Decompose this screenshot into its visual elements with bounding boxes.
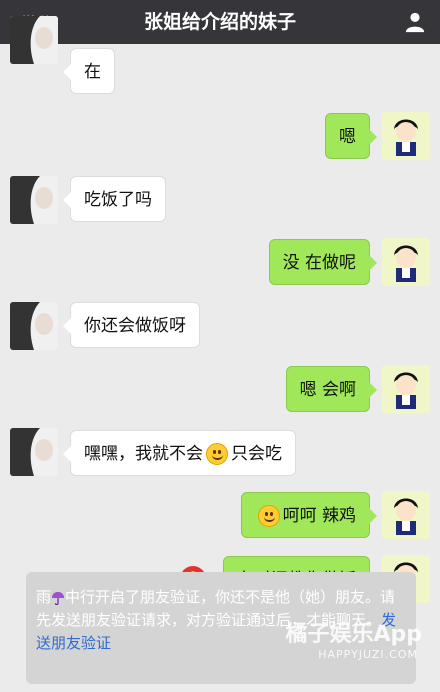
message-text: 呵呵 辣鸡	[282, 506, 356, 526]
message-bubble[interactable]: 嗯	[325, 113, 377, 159]
contact-avatar[interactable]	[10, 176, 58, 224]
watermark-brand: 橘子娱乐App	[285, 622, 422, 647]
user-icon[interactable]	[404, 11, 426, 33]
message-text: 嘿嘿，我就不会	[84, 444, 203, 464]
own-avatar[interactable]	[382, 365, 430, 413]
nav-bar: ‹ 微信 张姐给介绍的妹子	[0, 0, 440, 44]
smile-emoji-icon	[257, 505, 280, 527]
own-avatar[interactable]	[382, 112, 430, 160]
notice-name: 雨	[36, 588, 52, 606]
message-text: 只会吃	[231, 444, 282, 464]
own-avatar[interactable]	[382, 238, 430, 286]
message-bubble[interactable]: 嘿嘿，我就不会 只会吃	[63, 430, 296, 476]
message-bubble[interactable]: 呵呵 辣鸡	[240, 492, 378, 538]
message-bubble[interactable]: 嗯 会啊	[285, 366, 378, 412]
message-bubble[interactable]: 吃饭了吗	[63, 176, 166, 222]
message-bubble[interactable]: 没 在做呢	[268, 239, 378, 285]
own-avatar[interactable]	[382, 491, 430, 539]
umbrella-icon	[51, 591, 65, 605]
contact-avatar[interactable]	[10, 302, 58, 350]
watermark-url: HAPPYJUZI.COM	[318, 648, 418, 661]
contact-avatar[interactable]	[10, 428, 58, 476]
smile-emoji-icon	[206, 443, 228, 465]
message-bubble[interactable]: 你还会做饭呀	[63, 302, 200, 348]
message-bubble[interactable]: 在	[63, 48, 115, 94]
contact-avatar[interactable]	[10, 16, 58, 64]
chat-title: 张姐给介绍的妹子	[143, 11, 296, 33]
